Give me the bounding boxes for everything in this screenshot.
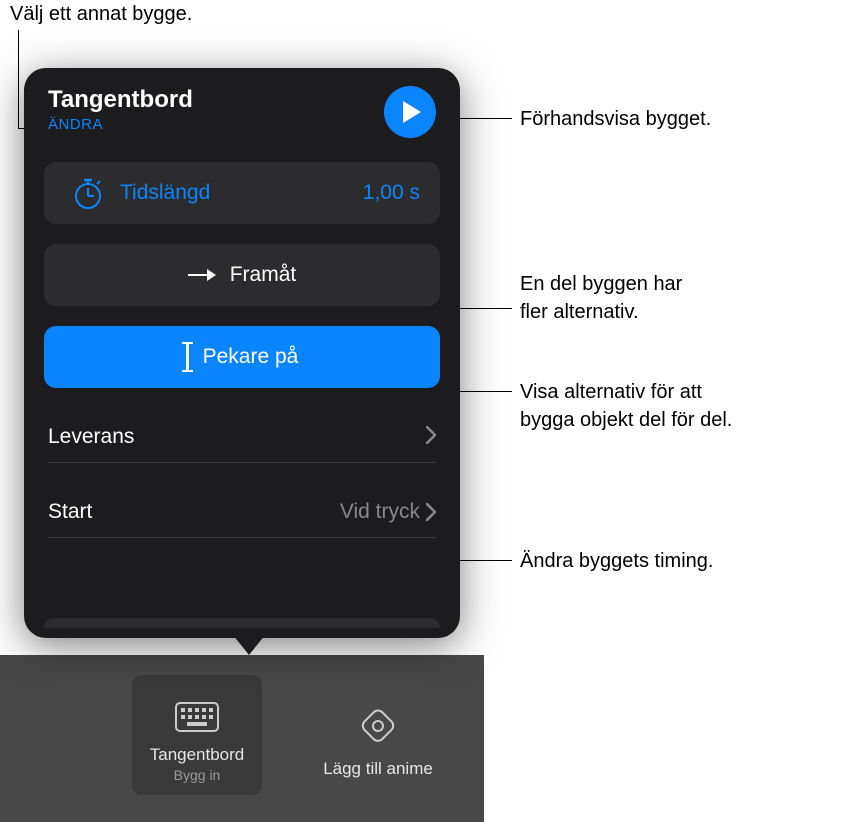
callout-text: Förhandsvisa bygget. [520, 108, 711, 130]
arrow-right-icon [188, 268, 216, 282]
delivery-button-label: Pekare på [203, 345, 299, 369]
callout-text: bygga objekt del för del. [520, 406, 732, 434]
tab-sublabel: Bygg in [174, 767, 221, 783]
callout-text: fler alternativ. [520, 298, 682, 326]
start-label: Start [48, 500, 92, 524]
callout-delivery-options: Visa alternativ för att bygga objekt del… [520, 378, 732, 434]
popover-arrow [233, 635, 265, 655]
preview-button[interactable] [384, 86, 436, 138]
animation-bar: Tangentbord Bygg in Lägg till anime [0, 655, 484, 822]
start-row[interactable]: Start Vid tryck [44, 487, 440, 537]
start-value-group: Vid tryck [340, 500, 436, 524]
cursor-icon [186, 344, 189, 370]
duration-label: Tidslängd [120, 181, 363, 205]
separator [48, 537, 436, 538]
callout-preview: Förhandsvisa bygget. [520, 105, 711, 133]
callout-text: Ändra byggets timing. [520, 550, 713, 572]
callout-line [18, 30, 19, 128]
chevron-right-icon [426, 423, 436, 451]
delivery-options-row[interactable]: Leverans [44, 412, 440, 462]
play-icon [403, 101, 421, 123]
tab-label: Lägg till anime [323, 759, 433, 779]
timer-icon [64, 175, 112, 211]
tab-add-animation[interactable]: Lägg till anime [278, 675, 478, 795]
popover-header: Tangentbord ÄNDRA [44, 86, 440, 138]
callout-text: Välj ett annat bygge. [10, 3, 192, 25]
callout-text: En del byggen har [520, 270, 682, 298]
chevron-right-icon [426, 503, 436, 521]
duration-value: 1,00 s [363, 181, 420, 205]
next-section-peek [44, 618, 440, 628]
separator [48, 462, 436, 463]
start-value: Vid tryck [340, 500, 420, 524]
callout-select-other-build: Välj ett annat bygge. [10, 0, 192, 28]
callout-timing: Ändra byggets timing. [520, 547, 713, 575]
change-build-link: ÄNDRA [48, 116, 193, 133]
direction-label: Framåt [230, 263, 297, 287]
duration-row[interactable]: Tidslängd 1,00 s [44, 162, 440, 224]
leverans-label: Leverans [48, 425, 134, 449]
build-options-popover: Tangentbord ÄNDRA Tidslängd 1,00 s Framå… [24, 68, 460, 638]
callout-more-options: En del byggen har fler alternativ. [520, 270, 682, 326]
tab-label: Tangentbord [150, 745, 245, 765]
build-name: Tangentbord [48, 86, 193, 114]
action-icon [358, 706, 398, 751]
direction-button[interactable]: Framåt [44, 244, 440, 306]
callout-text: Visa alternativ för att [520, 378, 732, 406]
keyboard-icon [175, 702, 219, 737]
delivery-button[interactable]: Pekare på [44, 326, 440, 388]
header-title-group[interactable]: Tangentbord ÄNDRA [48, 86, 193, 133]
tab-build-in[interactable]: Tangentbord Bygg in [132, 675, 262, 795]
